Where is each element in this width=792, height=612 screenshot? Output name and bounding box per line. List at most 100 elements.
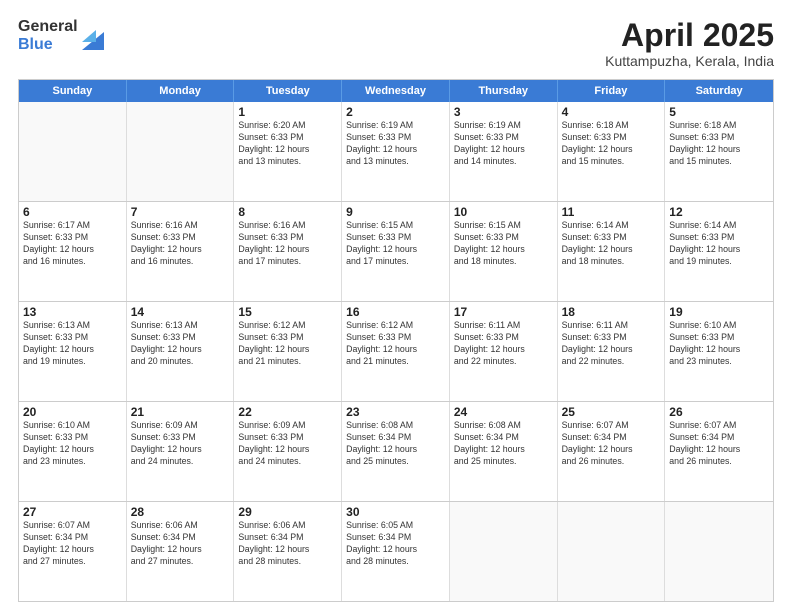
day-info: Sunrise: 6:08 AM Sunset: 6:34 PM Dayligh… xyxy=(346,420,445,468)
calendar-cell: 1Sunrise: 6:20 AM Sunset: 6:33 PM Daylig… xyxy=(234,102,342,201)
day-info: Sunrise: 6:19 AM Sunset: 6:33 PM Dayligh… xyxy=(346,120,445,168)
calendar-cell: 23Sunrise: 6:08 AM Sunset: 6:34 PM Dayli… xyxy=(342,402,450,501)
day-number: 6 xyxy=(23,205,122,219)
calendar-row: 27Sunrise: 6:07 AM Sunset: 6:34 PM Dayli… xyxy=(19,501,773,601)
day-info: Sunrise: 6:14 AM Sunset: 6:33 PM Dayligh… xyxy=(562,220,661,268)
day-number: 21 xyxy=(131,405,230,419)
calendar-cell: 5Sunrise: 6:18 AM Sunset: 6:33 PM Daylig… xyxy=(665,102,773,201)
day-info: Sunrise: 6:15 AM Sunset: 6:33 PM Dayligh… xyxy=(346,220,445,268)
day-info: Sunrise: 6:18 AM Sunset: 6:33 PM Dayligh… xyxy=(669,120,769,168)
day-number: 2 xyxy=(346,105,445,119)
weekday-header: Saturday xyxy=(665,80,773,102)
day-info: Sunrise: 6:09 AM Sunset: 6:33 PM Dayligh… xyxy=(131,420,230,468)
calendar-cell: 2Sunrise: 6:19 AM Sunset: 6:33 PM Daylig… xyxy=(342,102,450,201)
calendar-cell: 18Sunrise: 6:11 AM Sunset: 6:33 PM Dayli… xyxy=(558,302,666,401)
logo-text: General Blue xyxy=(18,18,78,53)
calendar-cell: 9Sunrise: 6:15 AM Sunset: 6:33 PM Daylig… xyxy=(342,202,450,301)
day-number: 22 xyxy=(238,405,337,419)
day-info: Sunrise: 6:15 AM Sunset: 6:33 PM Dayligh… xyxy=(454,220,553,268)
calendar-cell: 20Sunrise: 6:10 AM Sunset: 6:33 PM Dayli… xyxy=(19,402,127,501)
weekday-header: Tuesday xyxy=(234,80,342,102)
day-info: Sunrise: 6:10 AM Sunset: 6:33 PM Dayligh… xyxy=(23,420,122,468)
calendar-cell: 21Sunrise: 6:09 AM Sunset: 6:33 PM Dayli… xyxy=(127,402,235,501)
day-info: Sunrise: 6:16 AM Sunset: 6:33 PM Dayligh… xyxy=(131,220,230,268)
header: General Blue April 2025 Kuttampuzha, Ker… xyxy=(18,18,774,69)
day-number: 18 xyxy=(562,305,661,319)
day-number: 4 xyxy=(562,105,661,119)
logo: General Blue xyxy=(18,18,104,53)
day-info: Sunrise: 6:09 AM Sunset: 6:33 PM Dayligh… xyxy=(238,420,337,468)
calendar-cell: 17Sunrise: 6:11 AM Sunset: 6:33 PM Dayli… xyxy=(450,302,558,401)
day-info: Sunrise: 6:16 AM Sunset: 6:33 PM Dayligh… xyxy=(238,220,337,268)
calendar-row: 1Sunrise: 6:20 AM Sunset: 6:33 PM Daylig… xyxy=(19,102,773,201)
day-info: Sunrise: 6:13 AM Sunset: 6:33 PM Dayligh… xyxy=(131,320,230,368)
day-number: 25 xyxy=(562,405,661,419)
calendar-cell: 24Sunrise: 6:08 AM Sunset: 6:34 PM Dayli… xyxy=(450,402,558,501)
day-number: 20 xyxy=(23,405,122,419)
day-number: 12 xyxy=(669,205,769,219)
calendar-cell: 15Sunrise: 6:12 AM Sunset: 6:33 PM Dayli… xyxy=(234,302,342,401)
day-info: Sunrise: 6:12 AM Sunset: 6:33 PM Dayligh… xyxy=(238,320,337,368)
weekday-header: Friday xyxy=(558,80,666,102)
calendar-cell: 4Sunrise: 6:18 AM Sunset: 6:33 PM Daylig… xyxy=(558,102,666,201)
day-number: 26 xyxy=(669,405,769,419)
day-info: Sunrise: 6:07 AM Sunset: 6:34 PM Dayligh… xyxy=(23,520,122,568)
calendar-row: 6Sunrise: 6:17 AM Sunset: 6:33 PM Daylig… xyxy=(19,201,773,301)
day-info: Sunrise: 6:07 AM Sunset: 6:34 PM Dayligh… xyxy=(669,420,769,468)
day-info: Sunrise: 6:11 AM Sunset: 6:33 PM Dayligh… xyxy=(454,320,553,368)
calendar-cell: 11Sunrise: 6:14 AM Sunset: 6:33 PM Dayli… xyxy=(558,202,666,301)
calendar: SundayMondayTuesdayWednesdayThursdayFrid… xyxy=(18,79,774,602)
calendar-header: SundayMondayTuesdayWednesdayThursdayFrid… xyxy=(19,80,773,102)
calendar-cell: 14Sunrise: 6:13 AM Sunset: 6:33 PM Dayli… xyxy=(127,302,235,401)
day-info: Sunrise: 6:13 AM Sunset: 6:33 PM Dayligh… xyxy=(23,320,122,368)
day-number: 5 xyxy=(669,105,769,119)
calendar-cell xyxy=(665,502,773,601)
logo-blue: Blue xyxy=(18,36,78,54)
day-number: 19 xyxy=(669,305,769,319)
month-title: April 2025 xyxy=(605,18,774,53)
day-info: Sunrise: 6:12 AM Sunset: 6:33 PM Dayligh… xyxy=(346,320,445,368)
calendar-cell: 8Sunrise: 6:16 AM Sunset: 6:33 PM Daylig… xyxy=(234,202,342,301)
day-info: Sunrise: 6:06 AM Sunset: 6:34 PM Dayligh… xyxy=(238,520,337,568)
day-number: 7 xyxy=(131,205,230,219)
weekday-header: Monday xyxy=(127,80,235,102)
day-info: Sunrise: 6:07 AM Sunset: 6:34 PM Dayligh… xyxy=(562,420,661,468)
calendar-body: 1Sunrise: 6:20 AM Sunset: 6:33 PM Daylig… xyxy=(19,102,773,601)
location-subtitle: Kuttampuzha, Kerala, India xyxy=(605,53,774,69)
day-number: 17 xyxy=(454,305,553,319)
day-info: Sunrise: 6:19 AM Sunset: 6:33 PM Dayligh… xyxy=(454,120,553,168)
calendar-row: 13Sunrise: 6:13 AM Sunset: 6:33 PM Dayli… xyxy=(19,301,773,401)
day-info: Sunrise: 6:05 AM Sunset: 6:34 PM Dayligh… xyxy=(346,520,445,568)
weekday-header: Wednesday xyxy=(342,80,450,102)
day-number: 10 xyxy=(454,205,553,219)
calendar-cell xyxy=(450,502,558,601)
day-number: 15 xyxy=(238,305,337,319)
day-info: Sunrise: 6:20 AM Sunset: 6:33 PM Dayligh… xyxy=(238,120,337,168)
calendar-cell: 25Sunrise: 6:07 AM Sunset: 6:34 PM Dayli… xyxy=(558,402,666,501)
calendar-cell xyxy=(558,502,666,601)
calendar-cell: 26Sunrise: 6:07 AM Sunset: 6:34 PM Dayli… xyxy=(665,402,773,501)
calendar-cell: 22Sunrise: 6:09 AM Sunset: 6:33 PM Dayli… xyxy=(234,402,342,501)
calendar-cell: 28Sunrise: 6:06 AM Sunset: 6:34 PM Dayli… xyxy=(127,502,235,601)
day-info: Sunrise: 6:18 AM Sunset: 6:33 PM Dayligh… xyxy=(562,120,661,168)
calendar-cell: 19Sunrise: 6:10 AM Sunset: 6:33 PM Dayli… xyxy=(665,302,773,401)
calendar-cell xyxy=(127,102,235,201)
day-number: 13 xyxy=(23,305,122,319)
day-info: Sunrise: 6:14 AM Sunset: 6:33 PM Dayligh… xyxy=(669,220,769,268)
day-info: Sunrise: 6:11 AM Sunset: 6:33 PM Dayligh… xyxy=(562,320,661,368)
page: General Blue April 2025 Kuttampuzha, Ker… xyxy=(0,0,792,612)
calendar-row: 20Sunrise: 6:10 AM Sunset: 6:33 PM Dayli… xyxy=(19,401,773,501)
day-number: 23 xyxy=(346,405,445,419)
day-info: Sunrise: 6:10 AM Sunset: 6:33 PM Dayligh… xyxy=(669,320,769,368)
calendar-cell: 7Sunrise: 6:16 AM Sunset: 6:33 PM Daylig… xyxy=(127,202,235,301)
title-section: April 2025 Kuttampuzha, Kerala, India xyxy=(605,18,774,69)
day-number: 29 xyxy=(238,505,337,519)
calendar-cell: 12Sunrise: 6:14 AM Sunset: 6:33 PM Dayli… xyxy=(665,202,773,301)
logo-general: General xyxy=(18,18,78,36)
calendar-cell: 10Sunrise: 6:15 AM Sunset: 6:33 PM Dayli… xyxy=(450,202,558,301)
day-info: Sunrise: 6:06 AM Sunset: 6:34 PM Dayligh… xyxy=(131,520,230,568)
day-number: 14 xyxy=(131,305,230,319)
day-number: 8 xyxy=(238,205,337,219)
calendar-cell: 30Sunrise: 6:05 AM Sunset: 6:34 PM Dayli… xyxy=(342,502,450,601)
day-number: 3 xyxy=(454,105,553,119)
